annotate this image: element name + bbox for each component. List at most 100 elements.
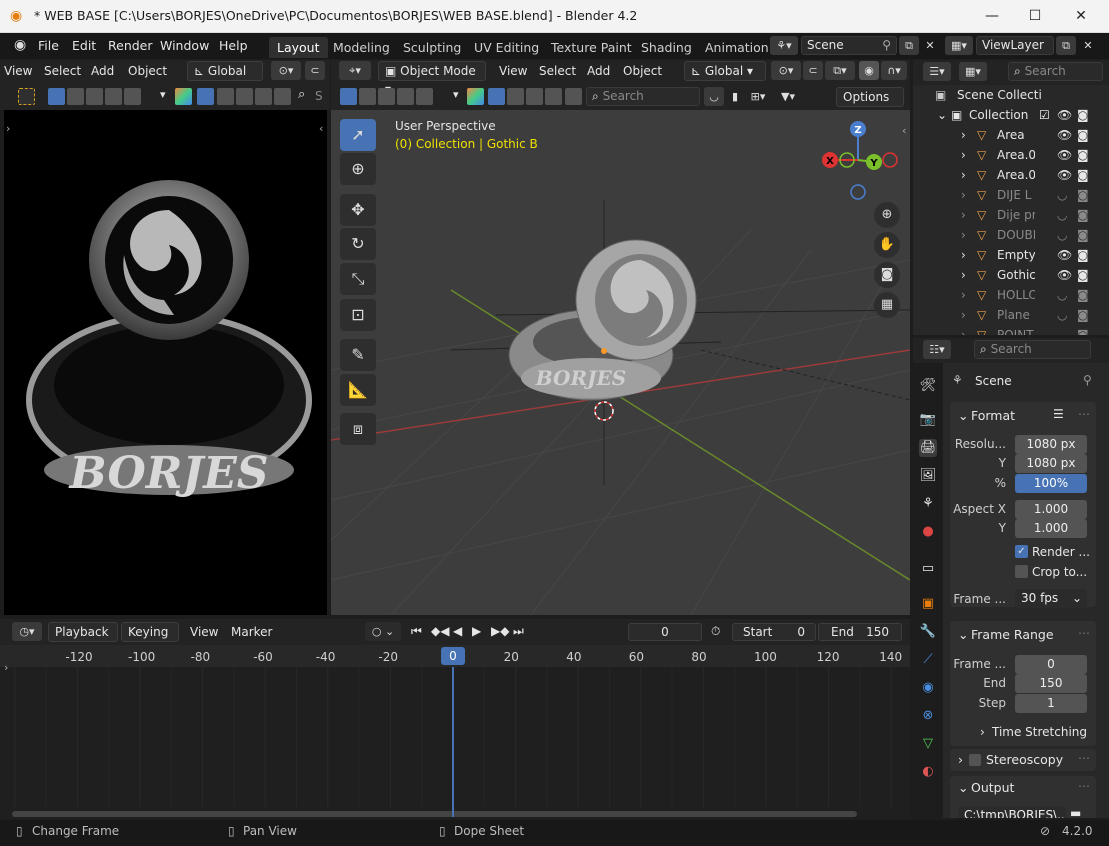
expand-icon[interactable]: › (961, 165, 966, 185)
funnel-icon[interactable]: ▼▾ (775, 87, 801, 106)
pan-hand-icon[interactable]: ✋ (874, 232, 900, 258)
keying-dropdown[interactable]: Keying ⌄ (121, 622, 179, 657)
outliner-item[interactable]: › ▽ Area 👁 ◙ (913, 125, 1109, 145)
viewport-menu-view[interactable]: View (499, 64, 527, 78)
gizmo-toggle-icon[interactable] (467, 88, 484, 105)
constraints-tab-icon[interactable]: ⊗ (919, 707, 937, 725)
shading-rendered-icon[interactable] (545, 88, 562, 105)
pivot-point-icon[interactable]: ⊙▾ (771, 61, 801, 80)
output-path-field[interactable]: C:\tmp\BORJES\... (958, 806, 1066, 818)
tab-animation[interactable]: Animation (697, 37, 777, 58)
collapse-icon[interactable]: ⌄ (937, 105, 947, 125)
world-tab-icon[interactable]: ● (919, 523, 937, 541)
image-search-input[interactable]: S (315, 89, 323, 103)
timer-icon[interactable]: ⏱ (711, 624, 720, 639)
camera-icon[interactable]: ◙ (1077, 145, 1089, 165)
camera-icon[interactable]: ◙ (1077, 125, 1089, 145)
jump-end-icon[interactable]: ⏭ (513, 624, 524, 639)
eye-closed-icon[interactable]: ◡ (1057, 285, 1067, 305)
folder-icon[interactable]: ▬ (1070, 806, 1081, 818)
select-mode-subtract-icon[interactable] (86, 88, 103, 105)
outliner-item[interactable]: › ▽ DIJE L ◡ ◙ (913, 185, 1109, 205)
bookmark-icon[interactable]: ▮ (725, 87, 745, 106)
display-mode-icon[interactable] (274, 88, 291, 105)
timeline-menu-marker[interactable]: Marker (231, 625, 272, 639)
outliner-item[interactable]: › ▽ HOLLO ◡ ◙ (913, 285, 1109, 305)
scene-tab-icon[interactable]: ⚘ (919, 495, 937, 513)
drag-handle-icon[interactable]: ⋯ (1078, 407, 1090, 421)
expand-icon[interactable]: › (961, 265, 966, 285)
expand-icon[interactable]: › (961, 145, 966, 165)
outliner-item[interactable]: › ▽ Dije pri ◡ ◙ (913, 205, 1109, 225)
tab-modeling[interactable]: Modeling (325, 37, 398, 58)
shading-solid-icon[interactable] (507, 88, 524, 105)
viewport-menu-object[interactable]: Object (623, 64, 662, 78)
scene-collection-row[interactable]: ▣ Scene Collecti (913, 85, 1109, 105)
camera-icon[interactable]: ◙ (1077, 325, 1089, 335)
image-menu-select[interactable]: Select (44, 64, 81, 78)
crop-checkbox[interactable] (1015, 565, 1028, 578)
add-cube-tool-icon[interactable]: ⧈ (340, 413, 376, 445)
properties-search-input[interactable]: ⌕ Search (974, 340, 1091, 359)
expand-icon[interactable]: › (961, 285, 966, 305)
timeline-menu-view[interactable]: View (190, 625, 218, 639)
frame-step-field[interactable]: 1 (1015, 694, 1087, 713)
stereoscopy-panel[interactable]: › Stereoscopy ⋯ (950, 749, 1096, 771)
scale-tool-icon[interactable]: ⤡ (340, 263, 376, 295)
outliner-item[interactable]: › ▽ Area.00 👁◙ (913, 145, 1109, 165)
annotate-tool-icon[interactable]: ✎ (340, 339, 376, 371)
output-tab-icon[interactable]: 🖨 (919, 439, 937, 457)
menu-render[interactable]: Render (108, 38, 153, 53)
record-icon[interactable]: ○ ⌄ (365, 622, 401, 641)
image-orientation-dropdown[interactable]: ⊾ Global (187, 61, 263, 81)
playhead-frame-indicator[interactable]: 0 (441, 647, 465, 665)
editor-type-icon[interactable]: ⌖▾ (339, 61, 371, 80)
select-mode-intersect-icon[interactable] (416, 88, 433, 105)
camera-icon[interactable]: ◙ (1077, 225, 1089, 245)
expand-right-icon[interactable]: ‹ (319, 122, 323, 135)
eye-icon[interactable]: 👁 (1057, 165, 1072, 185)
select-box-icon[interactable] (18, 88, 35, 105)
outliner-search-input[interactable]: ⌕ Search (1008, 62, 1103, 81)
viewport-search-input[interactable]: ⌕ Search (586, 87, 700, 106)
3d-viewport[interactable]: BORJES ➚ ⊕ ✥ ↻ ⤡ ⊡ ✎ 📐 ⧈ User Perspectiv… (331, 110, 910, 615)
eye-closed-icon[interactable]: ◡ (1057, 185, 1067, 205)
options-dropdown[interactable]: Options ▾ (836, 87, 904, 122)
expand-icon[interactable]: › (961, 125, 966, 145)
menu-file[interactable]: File (38, 38, 59, 53)
view-layer-icon[interactable]: ▦▾ (945, 36, 973, 55)
expand-icon[interactable]: › (961, 325, 966, 335)
outliner-item[interactable]: › ▽ POINT ◡ ◙ (913, 325, 1109, 335)
modifier-tab-icon[interactable]: 🔧 (919, 623, 937, 641)
camera-icon[interactable]: ◙ (1077, 305, 1089, 325)
outliner-item[interactable]: › ▽ Empty 👁 ◙ (913, 245, 1109, 265)
image-menu-add[interactable]: Add (91, 64, 114, 78)
maximize-button[interactable]: ☐ (1012, 3, 1058, 29)
camera-icon[interactable]: ◙ (1077, 105, 1089, 125)
mode-dropdown[interactable]: ▣ Object Mode ▾ (378, 61, 486, 96)
drag-handle-icon[interactable]: ⋯ (1078, 751, 1090, 765)
eye-icon[interactable]: 👁 (1057, 105, 1072, 125)
physics-tab-icon[interactable]: ◉ (919, 679, 937, 697)
eye-closed-icon[interactable]: ◡ (1057, 305, 1067, 325)
render-region-checkbox[interactable]: ✓ (1015, 545, 1028, 558)
viewport-orientation-dropdown[interactable]: ⊾ Global ▾ (684, 61, 766, 81)
camera-icon[interactable]: ◙ (1077, 205, 1089, 225)
falloff-icon[interactable]: ∩▾ (881, 61, 907, 80)
outliner-item[interactable]: › ▽ Plane ◡ ◙ (913, 305, 1109, 325)
collection-row[interactable]: ⌄ ▣ Collection ☑ 👁 ◙ (913, 105, 1109, 125)
start-frame-field[interactable]: Start 0 (732, 623, 816, 641)
object-tab-icon[interactable]: ▣ (919, 595, 937, 613)
tab-sculpting[interactable]: Sculpting (395, 37, 469, 58)
filter-icon[interactable]: ⊞▾ (745, 87, 771, 106)
camera-icon[interactable]: ◙ (1077, 185, 1089, 205)
menu-help[interactable]: Help (219, 38, 248, 53)
snap-target-icon[interactable]: ⧉▾ (825, 61, 855, 80)
scene-name-field[interactable]: Scene ⚲ (801, 36, 897, 55)
eye-closed-icon[interactable]: ◡ (1057, 325, 1067, 335)
camera-view-icon[interactable]: ◙ (874, 262, 900, 288)
next-keyframe-icon[interactable]: ▶◆ (491, 624, 509, 638)
timeline-area[interactable]: › (0, 661, 910, 819)
select-mode-intersect-icon[interactable] (124, 88, 141, 105)
resolution-y-field[interactable]: 1080 px (1015, 454, 1087, 473)
